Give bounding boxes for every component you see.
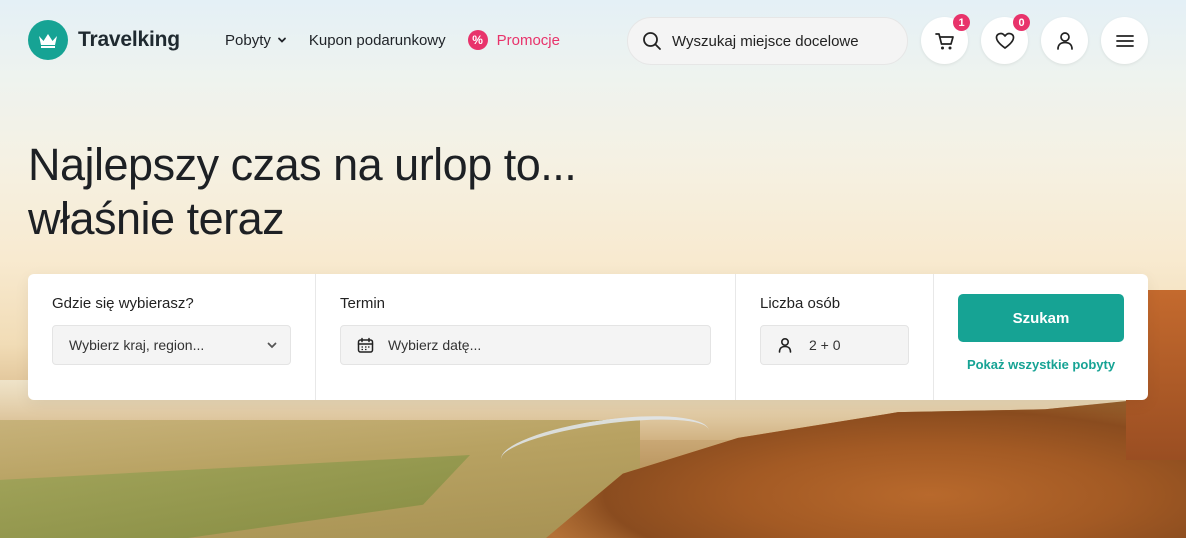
guests-section: Liczba osób 2 + 0 xyxy=(736,274,934,400)
stay-search-panel: Gdzie się wybierasz? Wybierz kraj, regio… xyxy=(28,274,1148,400)
user-icon xyxy=(1056,31,1073,50)
wishlist-button[interactable]: 0 xyxy=(981,14,1030,64)
date-label: Termin xyxy=(340,295,386,312)
crown-icon xyxy=(28,20,68,60)
hero-heading: Najlepszy czas na urlop to... właśnie te… xyxy=(28,138,577,246)
guests-label: Liczba osób xyxy=(760,295,841,312)
brand-name: Travelking xyxy=(78,28,180,51)
nav-item-gift-voucher[interactable]: Kupon podarunkowy xyxy=(309,32,446,49)
date-picker-field[interactable]: Wybierz datę... xyxy=(340,325,711,365)
destination-placeholder: Wybierz kraj, region... xyxy=(69,337,205,353)
hero-heading-line-1: Najlepszy czas na urlop to... xyxy=(28,139,577,190)
logo[interactable]: Travelking xyxy=(28,20,180,60)
user-icon xyxy=(778,337,792,353)
search-input[interactable] xyxy=(672,32,862,50)
chevron-down-icon xyxy=(277,37,286,43)
nav-item-stays[interactable]: Pobyty xyxy=(225,32,287,49)
menu-button[interactable] xyxy=(1101,17,1148,64)
search-actions: Szukam Pokaż wszystkie pobyty xyxy=(934,274,1148,400)
site-header: Travelking Pobyty Kupon podarunkowy % Pr… xyxy=(0,0,1186,82)
cart-count-badge: 1 xyxy=(953,14,970,31)
main-nav: Pobyty Kupon podarunkowy % Promocje xyxy=(225,30,582,50)
calendar-icon xyxy=(357,337,374,353)
chevron-down-icon xyxy=(267,342,277,349)
hamburger-menu-icon xyxy=(1115,34,1134,47)
heart-icon xyxy=(995,32,1014,49)
account-button[interactable] xyxy=(1041,17,1088,64)
nav-item-promotions-label: Promocje xyxy=(496,31,560,49)
cart-button[interactable]: 1 xyxy=(921,14,970,64)
destination-label: Gdzie się wybierasz? xyxy=(52,295,194,312)
search-icon xyxy=(643,32,661,50)
nav-item-stays-label: Pobyty xyxy=(225,31,271,49)
guests-value: 2 + 0 xyxy=(809,337,841,353)
guests-field[interactable]: 2 + 0 xyxy=(760,325,909,365)
hero-heading-line-2: właśnie teraz xyxy=(28,193,285,244)
date-placeholder: Wybierz datę... xyxy=(388,337,482,353)
nav-item-gift-voucher-label: Kupon podarunkowy xyxy=(308,31,446,49)
wishlist-count-badge: 0 xyxy=(1013,14,1030,31)
destination-select[interactable]: Wybierz kraj, region... xyxy=(52,325,291,365)
destination-section: Gdzie się wybierasz? Wybierz kraj, regio… xyxy=(28,274,316,400)
shopping-cart-icon xyxy=(934,32,954,49)
date-section: Termin Wybierz datę... xyxy=(316,274,736,400)
show-all-stays-link[interactable]: Pokaż wszystkie pobyty xyxy=(934,357,1148,372)
search-bar[interactable] xyxy=(627,17,908,65)
search-button[interactable]: Szukam xyxy=(958,294,1124,342)
percent-icon: % xyxy=(467,30,488,50)
nav-item-promotions[interactable]: % Promocje xyxy=(467,30,560,50)
